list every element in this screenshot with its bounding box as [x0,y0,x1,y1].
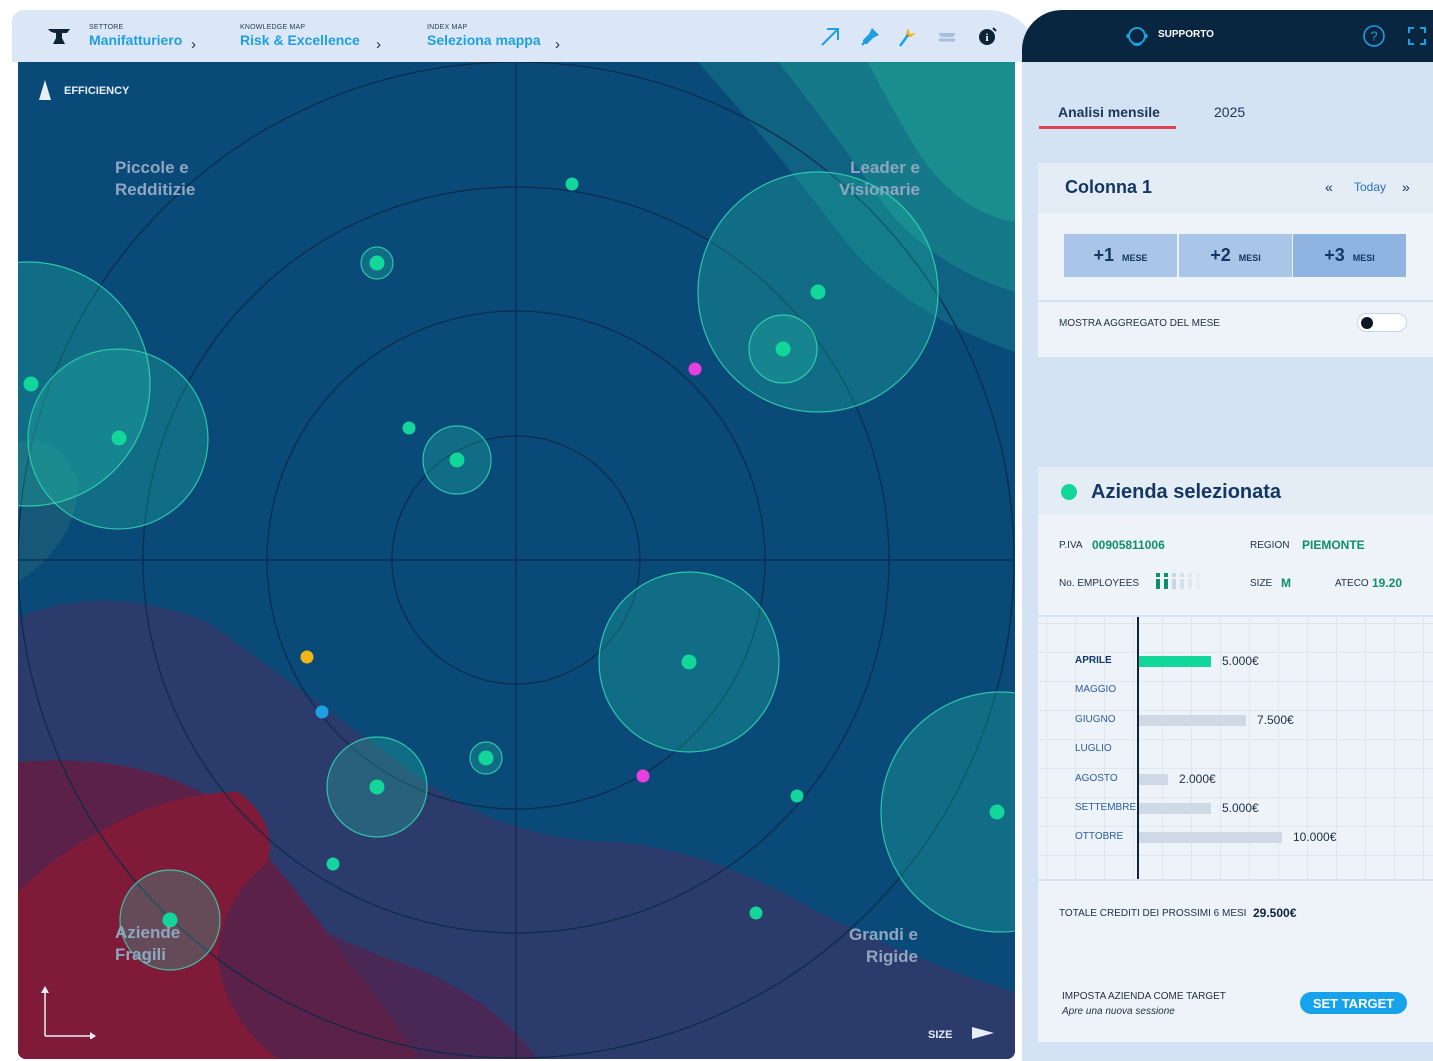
svg-text:?: ? [1370,29,1377,44]
month-bar-value: 10.000€ [1293,830,1337,845]
tab-2025[interactable]: 2025 [1214,104,1245,120]
analysis-panel: Analisi mensile 2025 Colonna 1 « Today »… [1022,62,1433,1061]
month-label: GIUGNO [1075,713,1116,725]
piva-value: 00905811006 [1092,538,1165,552]
quadrant-bottom-left-label: Aziende Fragili [115,923,181,964]
month-label: LUGLIO [1075,743,1112,755]
app: SETTORE Manifatturiero › KNOWLEDGE MAP R… [0,0,1433,1061]
breadcrumb-knowledge-map[interactable]: KNOWLEDGE MAP Risk & Excellence › [240,24,381,53]
chevron-right-icon: › [376,36,381,53]
help-icon[interactable]: ? [1362,24,1386,53]
divider [1038,879,1433,881]
prev-double-chevron-icon[interactable]: « [1325,179,1333,195]
top-bar: SETTORE Manifatturiero › KNOWLEDGE MAP R… [12,10,1040,62]
plus-1-month-button[interactable]: +1 MESE [1064,234,1177,277]
anvil-icon[interactable] [46,24,72,50]
toggle-label: MOSTRA AGGREGATO DEL MESE [1059,318,1220,329]
month-button-number: +1 [1093,245,1114,265]
employees-label: No. EMPLOYEES [1059,578,1140,589]
month-button-unit: MESI [1352,253,1375,263]
breadcrumb-index-map[interactable]: INDEX MAP Seleziona mappa › [427,24,560,53]
toggle-knob [1361,317,1373,329]
target-label: IMPOSTA AZIENDA COME TARGET [1062,991,1226,1002]
axis-y-label: EFFICIENCY [64,85,130,97]
layers-icon[interactable] [934,24,960,50]
breadcrumb-value: Seleziona mappa [427,32,541,48]
size-value: M [1281,576,1291,590]
divider [1038,300,1433,302]
company-title: Azienda selezionata [1091,481,1282,503]
month-bar-value: 7.500€ [1257,712,1294,727]
breadcrumb-small: SETTORE [89,24,124,31]
plus-2-months-button[interactable]: +2 MESI [1179,234,1292,277]
month-label: APRILE [1075,655,1112,666]
month-bar-value: 5.000€ [1222,654,1259,668]
chevron-right-icon: › [555,36,560,53]
plus-3-months-button[interactable]: +3 MESI [1293,234,1406,277]
axis-x-label: SIZE [928,1029,953,1041]
flag-pin-icon[interactable] [895,24,921,50]
breadcrumb-small: INDEX MAP [427,24,468,31]
ateco-label: ATECO [1335,578,1369,589]
breadcrumb-value: Risk & Excellence [240,32,360,48]
support-label[interactable]: SUPPORTO [1158,29,1214,40]
quadrant-top-right-label: Leader e Visionarie [839,158,920,199]
active-tab-indicator [1039,126,1176,129]
quadrant-top-left-label: Piccole e Redditizie [115,158,196,199]
total-value: 29.500€ [1253,906,1297,920]
info-rotate-icon[interactable]: i [974,24,1000,50]
month-button-number: +3 [1324,245,1345,265]
month-bar[interactable] [1139,773,1168,785]
employees-level-icon [1156,572,1204,595]
pin-icon[interactable] [857,24,883,50]
size-label: SIZE [1250,578,1273,589]
support-icon[interactable] [1124,23,1150,54]
aggregate-toggle[interactable] [1357,313,1407,332]
arrow-up-right-icon[interactable] [817,24,843,50]
fullscreen-icon[interactable] [1407,26,1427,51]
month-label: AGOSTO [1075,772,1118,784]
status-dot-icon [1061,484,1077,500]
map-canvas [18,62,1015,1059]
breadcrumb-value: Manifatturiero [89,32,183,48]
tab-analisi-mensile[interactable]: Analisi mensile [1058,104,1160,120]
month-bar-value: 5.000€ [1222,801,1259,815]
month-button-unit: MESE [1122,253,1148,263]
risk-excellence-map[interactable]: EFFICIENCY Piccole e Redditizie Leader e… [18,62,1015,1059]
quadrant-bottom-right-label: Grandi e Rigide [849,925,918,966]
chevron-right-icon: › [191,36,196,53]
month-button-unit: MESI [1238,253,1261,263]
column-title: Colonna 1 [1065,177,1153,197]
region-value: PIEMONTE [1302,538,1365,552]
piva-label: P.IVA [1059,540,1083,551]
breadcrumb-small: KNOWLEDGE MAP [240,24,306,31]
region-label: REGION [1250,540,1290,551]
month-bar[interactable] [1139,803,1211,814]
ateco-value: 19.20 [1372,576,1403,590]
month-label: MAGGIO [1075,684,1117,696]
today-button[interactable]: Today [1354,180,1386,194]
next-double-chevron-icon[interactable]: » [1402,179,1410,195]
month-button-number: +2 [1210,245,1231,265]
company-card: Azienda selezionata P.IVA 00905811006 RE… [1038,467,1433,1042]
set-target-button[interactable]: SET TARGET [1300,992,1407,1014]
total-label: TOTALE CREDITI DEI PROSSIMI 6 MESI [1059,908,1247,919]
month-bar[interactable] [1139,714,1246,726]
month-label: SETTEMBRE [1075,802,1137,813]
target-sublabel: Apre una nuova sessione [1062,1006,1175,1017]
month-bar-value: 2.000€ [1179,771,1216,786]
month-bar[interactable] [1139,832,1282,844]
month-bar[interactable] [1139,656,1211,667]
support-bar: SUPPORTO ? [1022,10,1433,62]
month-label: OTTOBRE [1075,831,1124,843]
svg-text:i: i [985,32,988,44]
breadcrumb-settore[interactable]: SETTORE Manifatturiero › [89,24,196,53]
